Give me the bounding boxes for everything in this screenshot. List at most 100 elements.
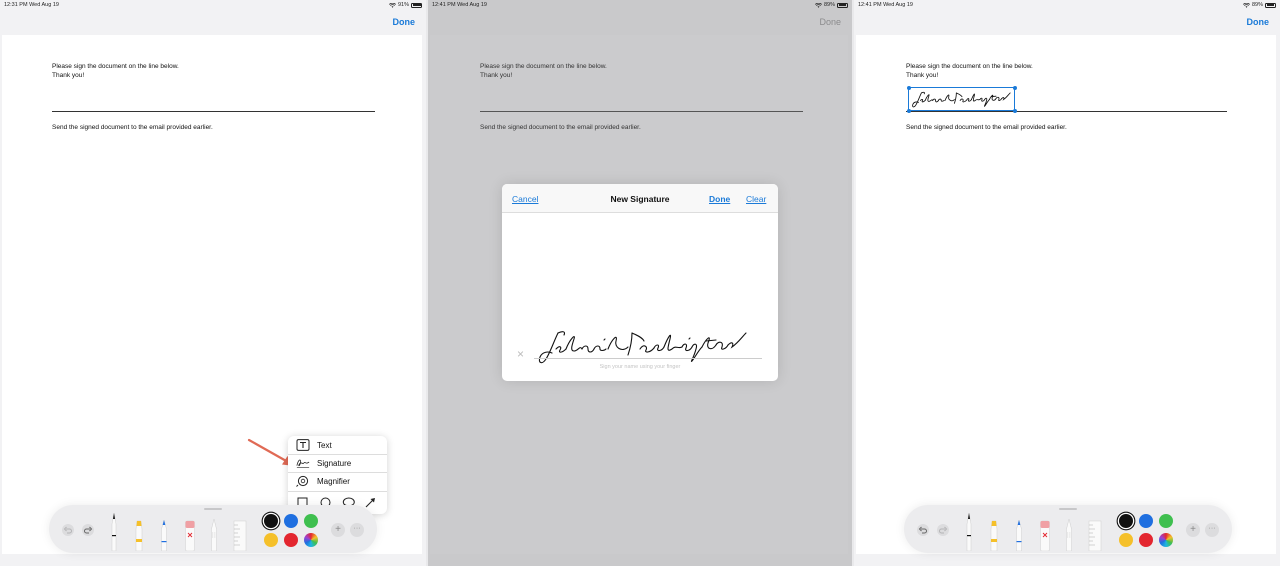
resize-handle[interactable]	[906, 108, 911, 113]
signature-hint: Sign your name using your finger	[599, 364, 681, 370]
placed-signature-drawing	[912, 91, 1011, 108]
redo-icon	[84, 526, 93, 534]
color-picker-wheel-icon[interactable]	[304, 533, 318, 547]
status-bar: 12:41 PM Wed Aug 19 89%	[854, 0, 1280, 10]
color-picker-wheel-icon[interactable]	[1159, 533, 1173, 547]
status-time: 12:41 PM Wed Aug 19	[432, 2, 487, 8]
done-button[interactable]: Done	[393, 17, 416, 27]
lasso-icon[interactable]	[1064, 517, 1074, 551]
battery-icon	[837, 2, 848, 8]
highlighter-icon[interactable]	[989, 519, 999, 551]
color-red-swatch[interactable]	[1139, 533, 1153, 547]
wifi-icon	[1242, 2, 1250, 8]
document-line-3: Send the signed document to the email pr…	[906, 124, 1067, 131]
pen-icon[interactable]	[964, 511, 974, 551]
more-button[interactable]: ···	[350, 523, 364, 537]
pen-icon[interactable]	[109, 511, 119, 551]
color-red-swatch[interactable]	[284, 533, 298, 547]
status-time: 12:31 PM Wed Aug 19	[4, 2, 59, 8]
highlighter-icon[interactable]	[134, 519, 144, 551]
color-green-swatch[interactable]	[1159, 514, 1173, 528]
eraser-icon[interactable]	[184, 519, 196, 551]
document-line-2: Thank you!	[906, 72, 939, 79]
eraser-icon[interactable]	[1039, 519, 1051, 551]
menu-item-signature[interactable]: Signature	[288, 454, 387, 472]
text-box-icon	[296, 439, 310, 451]
color-blue-swatch[interactable]	[1139, 514, 1153, 528]
panel-signed-document: 12:41 PM Wed Aug 19 89% Done Please sign…	[854, 0, 1280, 566]
battery-percent: 91%	[397, 2, 409, 8]
redo-icon	[939, 526, 948, 534]
add-button[interactable]: +	[1186, 523, 1200, 537]
panel-markup-menu: 12:31 PM Wed Aug 19 91% Done Please sign…	[0, 0, 426, 566]
document-line-1: Please sign the document on the line bel…	[906, 63, 1033, 70]
status-time: 12:41 PM Wed Aug 19	[858, 2, 913, 8]
markup-toolbar: + ···	[904, 505, 1232, 553]
battery-percent: 89%	[823, 2, 835, 8]
redo-button[interactable]	[82, 524, 94, 536]
color-yellow-swatch[interactable]	[264, 533, 278, 547]
toolbar-grabber[interactable]	[1059, 508, 1077, 510]
placed-signature-box[interactable]	[906, 85, 1017, 113]
clear-x-icon[interactable]: ×	[517, 347, 524, 361]
done-button-disabled[interactable]: Done	[819, 17, 841, 27]
signature-done-button[interactable]: Done	[709, 194, 730, 204]
battery-icon	[1265, 2, 1276, 8]
panel-new-signature: 12:41 PM Wed Aug 19 89% Done Please sign…	[428, 0, 852, 566]
toolbar-grabber[interactable]	[204, 508, 222, 510]
document-line-3: Send the signed document to the email pr…	[52, 124, 213, 131]
ruler-icon[interactable]	[1088, 519, 1102, 551]
undo-button[interactable]	[62, 524, 74, 536]
document-page: Please sign the document on the line bel…	[856, 35, 1276, 554]
dialog-title: New Signature	[610, 194, 670, 204]
undo-icon	[63, 526, 72, 534]
pencil-icon[interactable]	[1014, 519, 1024, 551]
battery-percent: 89%	[1251, 2, 1263, 8]
battery-icon	[411, 2, 422, 8]
menu-item-signature-label: Signature	[317, 459, 352, 468]
lasso-icon[interactable]	[209, 517, 219, 551]
resize-handle[interactable]	[1012, 85, 1017, 90]
ruler-icon[interactable]	[233, 519, 247, 551]
signature-line	[480, 111, 803, 112]
dialog-header: Cancel New Signature Done Clear	[502, 184, 778, 213]
signature-baseline	[534, 358, 762, 359]
menu-item-magnifier-label: Magnifier	[317, 477, 350, 486]
status-bar: 12:41 PM Wed Aug 19 89%	[428, 0, 852, 10]
undo-icon	[918, 526, 927, 534]
document-line-1: Please sign the document on the line bel…	[52, 63, 179, 70]
resize-handle[interactable]	[1012, 108, 1017, 113]
color-blue-swatch[interactable]	[284, 514, 298, 528]
markup-popup-menu: Text Signature Magnifier	[288, 436, 387, 514]
new-signature-dialog: Cancel New Signature Done Clear × Sign y…	[502, 184, 778, 381]
document-line-1: Please sign the document on the line bel…	[480, 63, 607, 70]
document-line-2: Thank you!	[52, 72, 85, 79]
color-black-swatch[interactable]	[264, 514, 278, 528]
markup-toolbar: + ···	[49, 505, 377, 553]
pencil-icon[interactable]	[159, 519, 169, 551]
more-button[interactable]: ···	[1205, 523, 1219, 537]
clear-button[interactable]: Clear	[746, 194, 766, 204]
document-line-3: Send the signed document to the email pr…	[480, 124, 641, 131]
arrow-icon[interactable]	[365, 497, 376, 508]
signature-icon	[296, 459, 310, 468]
signature-line	[52, 111, 375, 112]
add-button[interactable]: +	[331, 523, 345, 537]
undo-button[interactable]	[917, 524, 929, 536]
signature-drawing[interactable]	[536, 327, 752, 369]
document-line-2: Thank you!	[480, 72, 513, 79]
menu-item-text-label: Text	[317, 441, 332, 450]
color-yellow-swatch[interactable]	[1119, 533, 1133, 547]
color-black-swatch[interactable]	[1119, 514, 1133, 528]
signature-line	[906, 111, 1227, 112]
resize-handle[interactable]	[906, 85, 911, 90]
magnifier-icon	[296, 475, 309, 487]
menu-item-magnifier[interactable]: Magnifier	[288, 472, 387, 490]
redo-button[interactable]	[937, 524, 949, 536]
menu-item-text[interactable]: Text	[288, 436, 387, 454]
done-button[interactable]: Done	[1247, 17, 1270, 27]
color-green-swatch[interactable]	[304, 514, 318, 528]
status-bar: 12:31 PM Wed Aug 19 91%	[0, 0, 426, 10]
wifi-icon	[814, 2, 822, 8]
wifi-icon	[388, 2, 396, 8]
